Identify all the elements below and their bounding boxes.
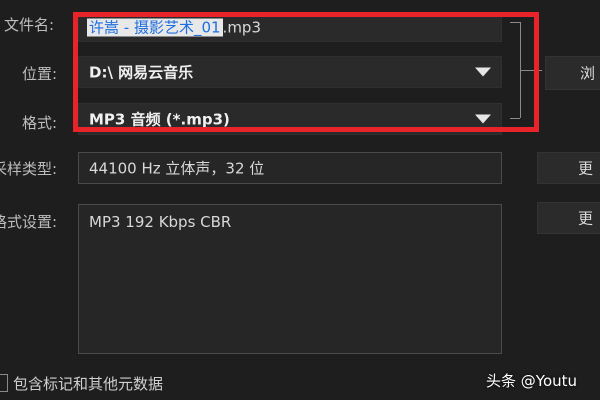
metadata-checkbox[interactable] (0, 374, 8, 392)
format-settings-field: MP3 192 Kbps CBR (78, 204, 502, 354)
bracket-top (510, 22, 520, 23)
format-select[interactable]: MP3 音频 (*.mp3) (78, 103, 502, 135)
change-sample-button-label: 更 (578, 159, 594, 178)
location-label: 位置: (22, 65, 58, 83)
bracket-stem (520, 70, 542, 71)
metadata-checkbox-label: 包含标记和其他元数据 (13, 375, 164, 393)
format-settings-value: MP3 192 Kbps CBR (89, 213, 232, 231)
format-settings-label: 格式设置: (0, 213, 58, 231)
watermark: 头条 @Youtu (486, 372, 578, 390)
filename-selected-text: 许嵩 - 摄影艺术_01 (87, 18, 223, 37)
chevron-down-icon (475, 67, 491, 77)
filename-extension: .mp3 (222, 18, 261, 37)
browse-button-label: 浏 (580, 64, 596, 83)
format-label: 格式: (22, 114, 58, 132)
location-value: D:\ 网易云音乐 (89, 63, 194, 82)
change-format-button[interactable]: 更 (537, 202, 600, 234)
chevron-down-icon (475, 114, 491, 124)
change-format-button-label: 更 (578, 209, 594, 228)
sample-type-field: 44100 Hz 立体声，32 位 (78, 152, 502, 184)
filename-input[interactable]: 许嵩 - 摄影艺术_01 .mp3 (78, 12, 502, 42)
sample-type-label: 采样类型: (0, 160, 58, 178)
sample-type-value: 44100 Hz 立体声，32 位 (89, 159, 265, 178)
browse-button[interactable]: 浏 (545, 56, 600, 90)
bracket-bottom (510, 118, 520, 119)
location-select[interactable]: D:\ 网易云音乐 (78, 56, 502, 88)
change-sample-button[interactable]: 更 (537, 152, 600, 184)
filename-label: 文件名: (4, 16, 55, 34)
format-value: MP3 音频 (*.mp3) (89, 110, 230, 129)
